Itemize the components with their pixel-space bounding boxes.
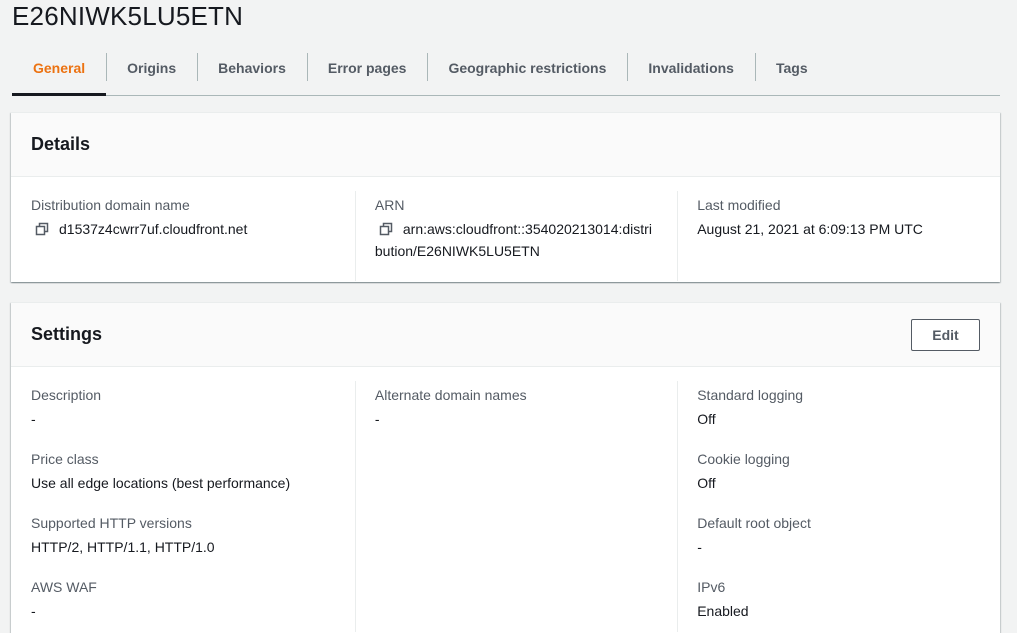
settings-column-3: Standard logging Off Cookie logging Off … xyxy=(677,367,980,632)
domain-column: Distribution domain name d1537z4cwrr7uf.… xyxy=(31,177,355,281)
tab-origins[interactable]: Origins xyxy=(106,40,197,95)
settings-header: Settings Edit xyxy=(11,303,1000,367)
waf-value: - xyxy=(31,603,36,619)
cookie-logging-field: Cookie logging Off xyxy=(697,449,980,494)
http-versions-field: Supported HTTP versions HTTP/2, HTTP/1.1… xyxy=(31,513,355,558)
std-logging-label: Standard logging xyxy=(697,387,804,403)
arn-value-line1: arn:aws:cloudfront::354020213014:distri xyxy=(402,221,652,237)
description-label: Description xyxy=(31,387,102,403)
arn-column: ARN arn:aws:cloudfront::354020213014:dis… xyxy=(354,177,677,281)
page-title: E26NIWK5LU5ETN xyxy=(12,1,244,31)
root-object-label: Default root object xyxy=(697,515,811,531)
settings-panel: Settings Edit Description - Price class … xyxy=(11,302,1000,633)
modified-value: August 21, 2021 at 6:09:13 PM UTC xyxy=(697,221,923,237)
alt-domains-field: Alternate domain names - xyxy=(375,385,677,430)
domain-value: d1537z4cwrr7uf.cloudfront.net xyxy=(59,221,248,237)
copy-icon[interactable] xyxy=(35,218,55,240)
root-object-field: Default root object - xyxy=(697,513,980,558)
modified-column: Last modified August 21, 2021 at 6:09:13… xyxy=(677,177,980,281)
waf-field: AWS WAF - xyxy=(31,577,355,622)
tab-invalidations[interactable]: Invalidations xyxy=(627,40,755,95)
price-class-label: Price class xyxy=(31,451,99,467)
alt-domains-value: - xyxy=(374,411,380,427)
description-value: - xyxy=(31,411,36,427)
root-object-value: - xyxy=(697,539,702,555)
tab-behaviors[interactable]: Behaviors xyxy=(197,40,307,95)
cookie-logging-label: Cookie logging xyxy=(697,451,790,467)
alt-domains-label: Alternate domain names xyxy=(374,387,527,403)
http-versions-value: HTTP/2, HTTP/1.1, HTTP/1.0 xyxy=(31,539,215,555)
arn-label: ARN xyxy=(374,197,405,213)
price-class-field: Price class Use all edge locations (best… xyxy=(31,449,355,494)
settings-column-1: Description - Price class Use all edge l… xyxy=(31,367,355,632)
tab-general[interactable]: General xyxy=(12,40,107,96)
ipv6-field: IPv6 Enabled xyxy=(697,577,980,622)
std-logging-value: Off xyxy=(697,411,716,427)
settings-title: Settings xyxy=(31,324,103,344)
modified-label: Last modified xyxy=(697,197,781,213)
details-header: Details xyxy=(11,113,1000,177)
ipv6-value: Enabled xyxy=(697,603,749,619)
details-panel: Details Distribution domain name d1537z4… xyxy=(11,112,1000,282)
cookie-logging-value: Off xyxy=(697,475,716,491)
waf-label: AWS WAF xyxy=(31,579,97,595)
domain-label: Distribution domain name xyxy=(31,197,190,213)
ipv6-label: IPv6 xyxy=(697,579,726,595)
arn-value-line2: bution/E26NIWK5LU5ETN xyxy=(374,243,540,259)
tab-tags[interactable]: Tags xyxy=(754,40,829,95)
tab-geographic-restrictions[interactable]: Geographic restrictions xyxy=(427,40,627,95)
domain-field: d1537z4cwrr7uf.cloudfront.net xyxy=(31,218,355,240)
std-logging-field: Standard logging Off xyxy=(697,385,980,430)
tab-error-pages[interactable]: Error pages xyxy=(306,40,428,95)
description-field: Description - xyxy=(31,385,355,430)
price-class-value: Use all edge locations (best performance… xyxy=(31,475,291,491)
edit-button[interactable]: Edit xyxy=(911,318,980,351)
settings-column-2: Alternate domain names - xyxy=(354,367,677,632)
details-title: Details xyxy=(31,134,91,154)
http-versions-label: Supported HTTP versions xyxy=(31,515,192,531)
arn-field: arn:aws:cloudfront::354020213014:distri xyxy=(375,218,677,240)
tab-bar: General Origins Behaviors Error pages Ge… xyxy=(12,40,1000,96)
copy-icon[interactable] xyxy=(379,218,399,240)
